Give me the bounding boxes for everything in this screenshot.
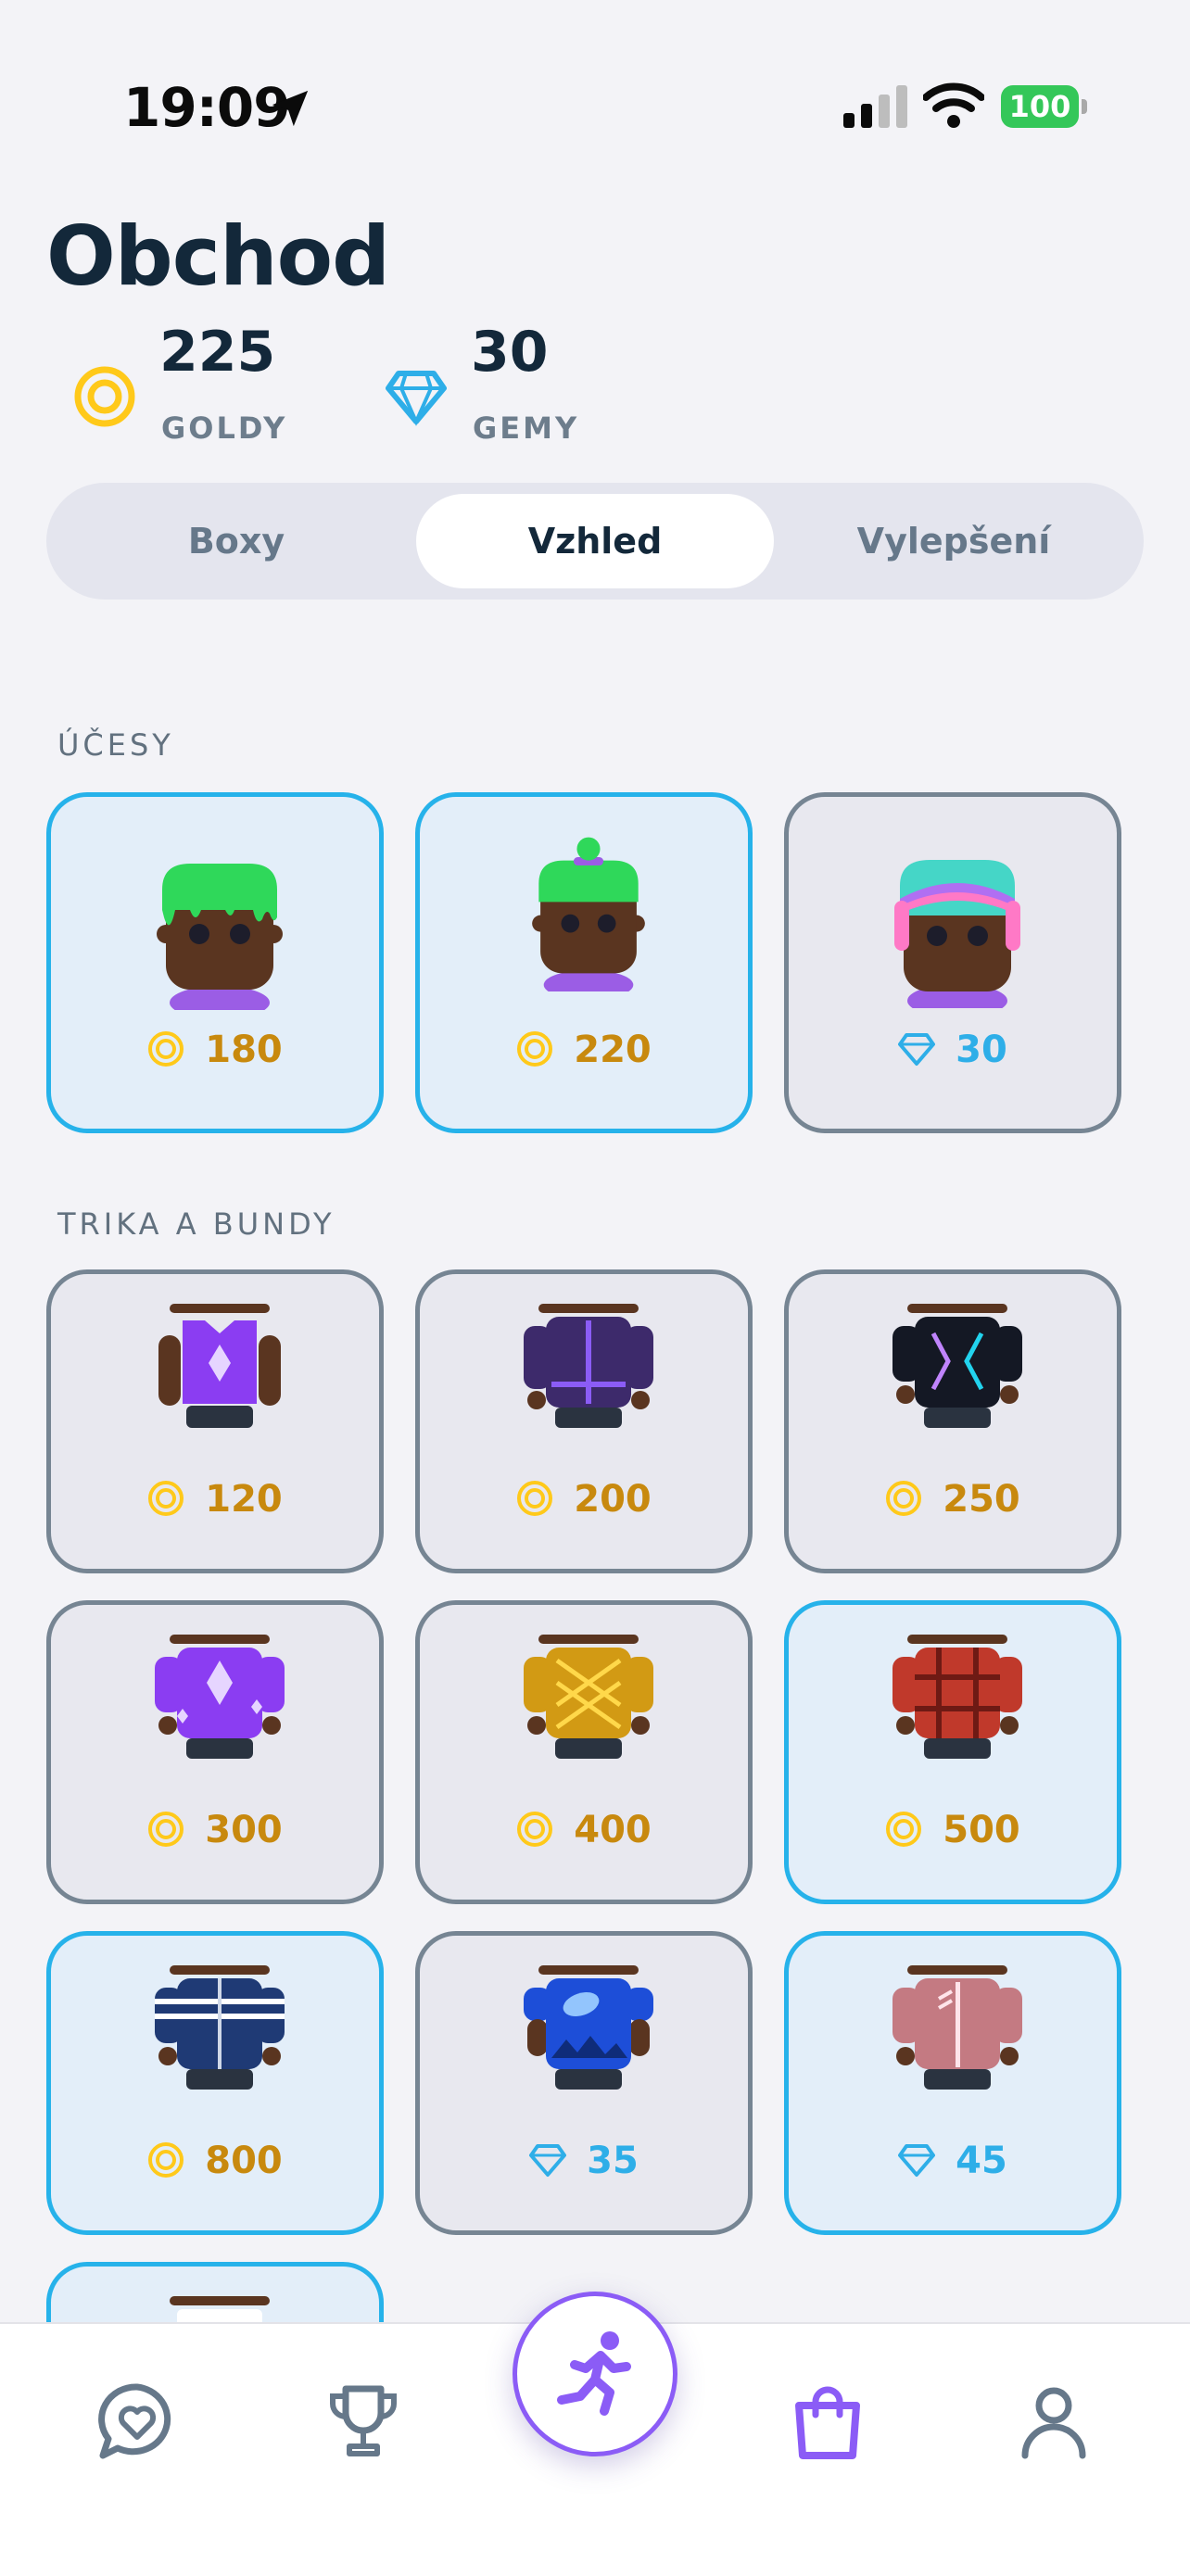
gold-coin-icon bbox=[148, 1481, 184, 1516]
item-price: 400 bbox=[420, 1809, 748, 1851]
item-price: 300 bbox=[51, 1809, 379, 1851]
price-value: 300 bbox=[205, 1809, 283, 1851]
rainbow-hair-preview bbox=[894, 860, 1020, 1008]
gold-coin-icon bbox=[148, 2142, 184, 2178]
black-neon-jacket-preview bbox=[892, 1304, 1022, 1428]
price-value: 250 bbox=[943, 1478, 1020, 1521]
item-price: 200 bbox=[420, 1478, 748, 1521]
item-price: 800 bbox=[51, 2140, 379, 2182]
shop-item-shirt-4[interactable]: 300 bbox=[46, 1600, 384, 1904]
shop-item-shirt-7[interactable]: 800 bbox=[46, 1931, 384, 2235]
shop-item-shirt-2[interactable]: 200 bbox=[415, 1269, 753, 1573]
section-title-hair: ÚČESY bbox=[57, 727, 174, 763]
shop-item-shirt-9[interactable]: 45 bbox=[784, 1931, 1121, 2235]
shop-item-shirt-1[interactable]: 120 bbox=[46, 1269, 384, 1573]
gem-icon bbox=[529, 2144, 567, 2177]
status-time: 19:09 bbox=[123, 76, 291, 139]
location-arrow-icon bbox=[272, 90, 309, 127]
item-price: 180 bbox=[51, 1029, 379, 1071]
battery-level: 100 bbox=[1001, 85, 1079, 128]
shop-item-hair-1[interactable]: 180 bbox=[46, 792, 384, 1133]
chat-heart-icon[interactable] bbox=[95, 2380, 179, 2463]
gold-coin-icon bbox=[517, 1812, 553, 1847]
gem-icon bbox=[386, 371, 447, 426]
price-value: 200 bbox=[574, 1478, 652, 1521]
gold-coin-icon bbox=[148, 1812, 184, 1847]
gold-label: GOLDY bbox=[161, 410, 288, 446]
purple-crystal-shirt-preview bbox=[155, 1635, 285, 1759]
green-beanie-hair-preview bbox=[532, 837, 645, 991]
shopping-bag-icon[interactable] bbox=[786, 2380, 869, 2463]
price-value: 30 bbox=[956, 1029, 1007, 1071]
price-value: 180 bbox=[205, 1029, 283, 1071]
gold-coin-icon bbox=[148, 1031, 184, 1067]
item-price: 120 bbox=[51, 1478, 379, 1521]
item-price: 35 bbox=[420, 2140, 748, 2182]
start-run-button[interactable] bbox=[513, 2292, 677, 2456]
yellow-laced-shirt-preview bbox=[524, 1635, 653, 1759]
price-value: 120 bbox=[205, 1478, 283, 1521]
pink-zip-jacket-preview bbox=[892, 1965, 1022, 2090]
shop-item-hair-3[interactable]: 30 bbox=[784, 792, 1121, 1133]
gold-coin-icon bbox=[886, 1481, 922, 1516]
shop-item-shirt-6[interactable]: 500 bbox=[784, 1600, 1121, 1904]
gem-icon bbox=[898, 1033, 936, 1066]
cellular-signal-icon bbox=[843, 85, 907, 128]
item-price: 500 bbox=[789, 1809, 1117, 1851]
tab-boxy[interactable]: Boxy bbox=[57, 494, 415, 588]
price-value: 400 bbox=[574, 1809, 652, 1851]
tab-vylepseni[interactable]: Vylepšení bbox=[775, 494, 1133, 588]
shop-item-shirt-3[interactable]: 250 bbox=[784, 1269, 1121, 1573]
gem-amount: 30 bbox=[471, 320, 549, 385]
tab-vzhled[interactable]: Vzhled bbox=[416, 494, 774, 588]
wifi-icon bbox=[923, 82, 984, 128]
trophy-icon[interactable] bbox=[322, 2380, 405, 2463]
gold-coin-icon bbox=[517, 1031, 553, 1067]
gold-amount: 225 bbox=[159, 320, 276, 385]
item-price: 250 bbox=[789, 1478, 1117, 1521]
red-plaid-shirt-preview bbox=[892, 1635, 1022, 1759]
battery-indicator: 100 bbox=[1001, 85, 1088, 128]
price-value: 35 bbox=[587, 2140, 639, 2182]
gold-coin-icon bbox=[517, 1481, 553, 1516]
gold-coin-icon bbox=[886, 1812, 922, 1847]
gold-balance: 225 GOLDY bbox=[74, 320, 315, 449]
price-value: 800 bbox=[205, 2140, 283, 2182]
shop-item-hair-2[interactable]: 220 bbox=[415, 792, 753, 1133]
shop-item-shirt-5[interactable]: 400 bbox=[415, 1600, 753, 1904]
gem-label: GEMY bbox=[473, 410, 580, 446]
item-price: 220 bbox=[420, 1029, 748, 1071]
profile-icon[interactable] bbox=[1012, 2380, 1095, 2463]
run-icon bbox=[557, 2331, 631, 2416]
dark-purple-jacket-preview bbox=[524, 1304, 653, 1428]
gold-coin-icon bbox=[74, 366, 135, 427]
item-price: 45 bbox=[789, 2140, 1117, 2182]
gem-icon bbox=[898, 2144, 936, 2177]
section-title-shirts: TRIKA A BUNDY bbox=[57, 1206, 335, 1242]
purple-diamond-vest-preview bbox=[158, 1304, 281, 1428]
shop-item-shirt-8[interactable]: 35 bbox=[415, 1931, 753, 2235]
item-price: 30 bbox=[789, 1029, 1117, 1071]
price-value: 500 bbox=[943, 1809, 1020, 1851]
page-title: Obchod bbox=[46, 208, 390, 304]
price-value: 45 bbox=[956, 2140, 1007, 2182]
blue-mountain-shirt-preview bbox=[524, 1965, 653, 2090]
gem-balance: 30 GEMY bbox=[386, 320, 627, 449]
shop-tabs: Boxy Vzhled Vylepšení bbox=[46, 483, 1144, 600]
price-value: 220 bbox=[574, 1029, 652, 1071]
status-bar: 19:09 100 bbox=[0, 0, 1190, 185]
green-slime-hair-preview bbox=[157, 864, 283, 1010]
navy-track-jacket-preview bbox=[155, 1965, 285, 2090]
